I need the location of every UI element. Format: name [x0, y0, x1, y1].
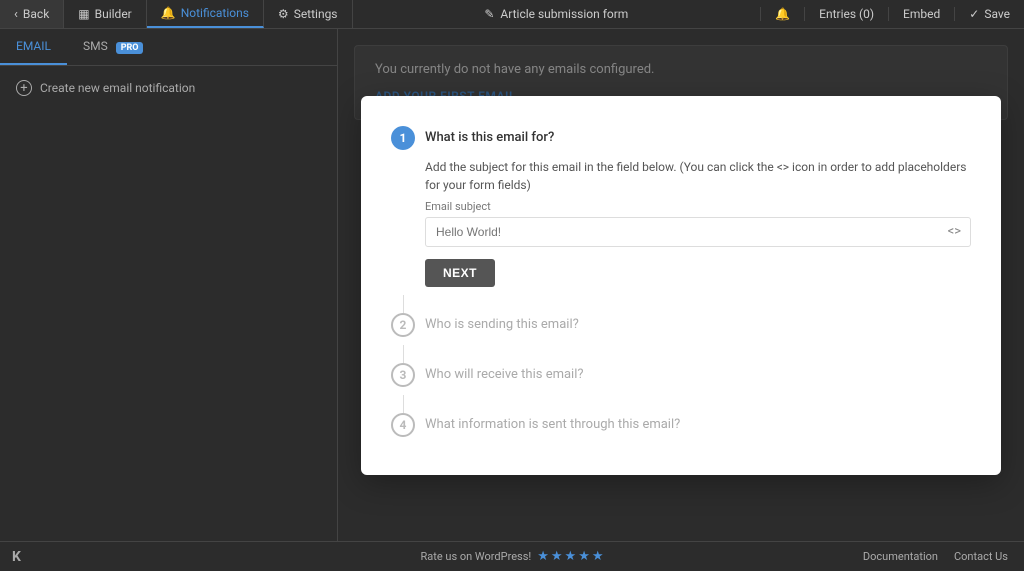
embed-button[interactable]: Embed	[888, 7, 954, 21]
modal-overlay: 1 What is this email for? Add the subjec…	[338, 29, 1024, 541]
contact-link[interactable]: Contact Us	[954, 550, 1008, 563]
star-2: ★	[551, 549, 563, 564]
sidebar-tabs: EMAIL SMS PRO	[0, 29, 337, 66]
step-1-title: What is this email for?	[425, 130, 554, 145]
entries-button[interactable]: Entries (0)	[804, 7, 888, 21]
nav-right-actions: 🔔 Entries (0) Embed ✓ Save	[760, 7, 1024, 21]
embed-label: Embed	[903, 7, 940, 21]
star-5: ★	[592, 549, 604, 564]
builder-icon: ▦	[78, 7, 89, 21]
step-3-title: Who will receive this email?	[425, 367, 584, 382]
step-4: 4 What information is sent through this …	[391, 413, 971, 437]
step-connector-2-3	[403, 345, 404, 363]
step-2-title: Who is sending this email?	[425, 317, 579, 332]
star-3: ★	[565, 549, 577, 564]
step-2-header: 2 Who is sending this email?	[391, 313, 971, 337]
step-3-header: 3 Who will receive this email?	[391, 363, 971, 387]
sidebar: EMAIL SMS PRO + Create new email notific…	[0, 29, 338, 541]
step-1-field-label: Email subject	[425, 200, 971, 213]
form-title-area: ✎ Article submission form	[353, 7, 761, 21]
form-title: Article submission form	[500, 7, 628, 21]
step-4-circle: 4	[391, 413, 415, 437]
code-icon[interactable]: <>	[948, 224, 961, 239]
create-label: Create new email notification	[40, 81, 195, 95]
step-4-header: 4 What information is sent through this …	[391, 413, 971, 437]
alert-icon: 🔔	[775, 7, 790, 21]
next-button[interactable]: NEXT	[425, 259, 495, 287]
step-connector-1-2	[403, 295, 404, 313]
footer: K Rate us on WordPress! ★ ★ ★ ★ ★ Docume…	[0, 541, 1024, 571]
save-button[interactable]: ✓ Save	[954, 7, 1024, 21]
notifications-button[interactable]: 🔔 Notifications	[147, 0, 264, 28]
entries-label: Entries (0)	[819, 7, 874, 21]
step-1-header: 1 What is this email for?	[391, 126, 971, 150]
builder-label: Builder	[95, 7, 132, 21]
main-area: EMAIL SMS PRO + Create new email notific…	[0, 29, 1024, 541]
email-subject-wrapper: <>	[425, 217, 971, 247]
step-4-title: What information is sent through this em…	[425, 417, 680, 432]
step-1-body: Add the subject for this email in the fi…	[425, 158, 971, 287]
notifications-label: Notifications	[181, 6, 249, 20]
star-rating[interactable]: ★ ★ ★ ★ ★	[537, 549, 603, 564]
step-1: 1 What is this email for? Add the subjec…	[391, 126, 971, 287]
bell-nav-icon[interactable]: 🔔	[760, 7, 804, 21]
settings-label: Settings	[294, 7, 338, 21]
documentation-link[interactable]: Documentation	[863, 550, 938, 563]
builder-button[interactable]: ▦ Builder	[64, 0, 146, 28]
bell-icon: 🔔	[161, 6, 176, 20]
step-2-circle: 2	[391, 313, 415, 337]
rate-text: Rate us on WordPress!	[420, 550, 531, 563]
email-subject-input[interactable]	[425, 217, 971, 247]
k-logo: K	[12, 549, 21, 565]
plus-icon: +	[16, 80, 32, 96]
settings-button[interactable]: ⚙ Settings	[264, 0, 353, 28]
tab-email[interactable]: EMAIL	[0, 29, 67, 65]
footer-links: Documentation Contact Us	[863, 550, 1008, 563]
step-1-description: Add the subject for this email in the fi…	[425, 158, 971, 194]
step-3: 3 Who will receive this email?	[391, 363, 971, 387]
step-2: 2 Who is sending this email?	[391, 313, 971, 337]
content-area: You currently do not have any emails con…	[338, 29, 1024, 541]
star-4: ★	[578, 549, 590, 564]
top-navigation: ‹ Back ▦ Builder 🔔 Notifications ⚙ Setti…	[0, 0, 1024, 29]
back-button[interactable]: ‹ Back	[0, 0, 64, 28]
footer-center: Rate us on WordPress! ★ ★ ★ ★ ★	[420, 549, 603, 564]
save-icon: ✓	[969, 7, 979, 21]
save-label: Save	[984, 7, 1010, 21]
step-connector-3-4	[403, 395, 404, 413]
create-email-button[interactable]: + Create new email notification	[0, 66, 337, 110]
back-icon: ‹	[14, 7, 18, 22]
wizard-modal: 1 What is this email for? Add the subjec…	[361, 96, 1001, 475]
back-label: Back	[23, 7, 49, 21]
star-1: ★	[537, 549, 549, 564]
pro-badge: PRO	[116, 42, 144, 54]
step-3-circle: 3	[391, 363, 415, 387]
tab-sms[interactable]: SMS PRO	[67, 29, 160, 65]
step-1-circle: 1	[391, 126, 415, 150]
edit-icon: ✎	[484, 7, 494, 21]
gear-icon: ⚙	[278, 7, 289, 21]
